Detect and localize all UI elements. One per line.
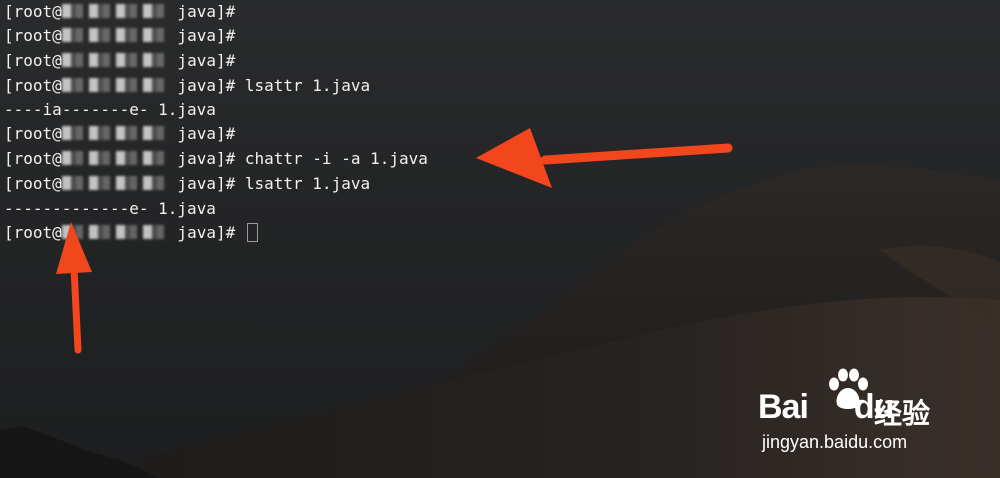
up-arrow-icon (56, 222, 92, 354)
baidu-jingyan-watermark: Bai du 经验 jingyan.baidu.com (758, 368, 948, 458)
screen: [root@ java]# [root@ java]# [root@ java]… (0, 0, 1000, 478)
left-arrow-icon (476, 128, 733, 188)
watermark-url: jingyan.baidu.com (762, 432, 908, 452)
watermark-product: 经验 (874, 397, 931, 430)
